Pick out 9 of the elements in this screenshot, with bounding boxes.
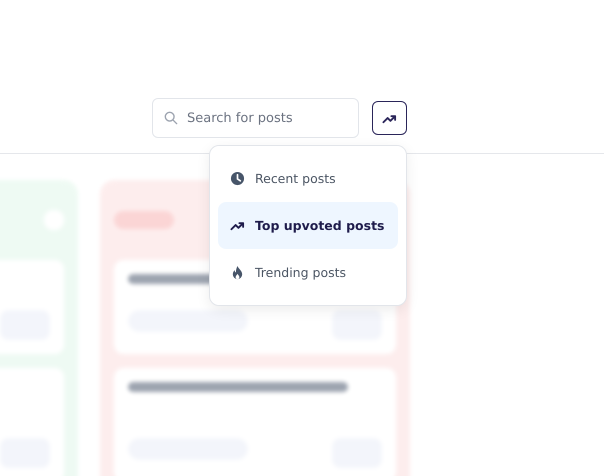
menu-item[interactable]: Top upvoted posts [218,202,398,249]
status-badge [114,211,174,229]
clock-icon [230,171,245,186]
search-field[interactable]: Search for posts [152,98,359,138]
sort-button[interactable] [372,101,407,135]
menu-item[interactable]: Recent posts [218,155,398,202]
flame-icon [230,265,245,280]
search-icon [164,111,178,125]
menu-item[interactable]: Trending posts [218,249,398,296]
